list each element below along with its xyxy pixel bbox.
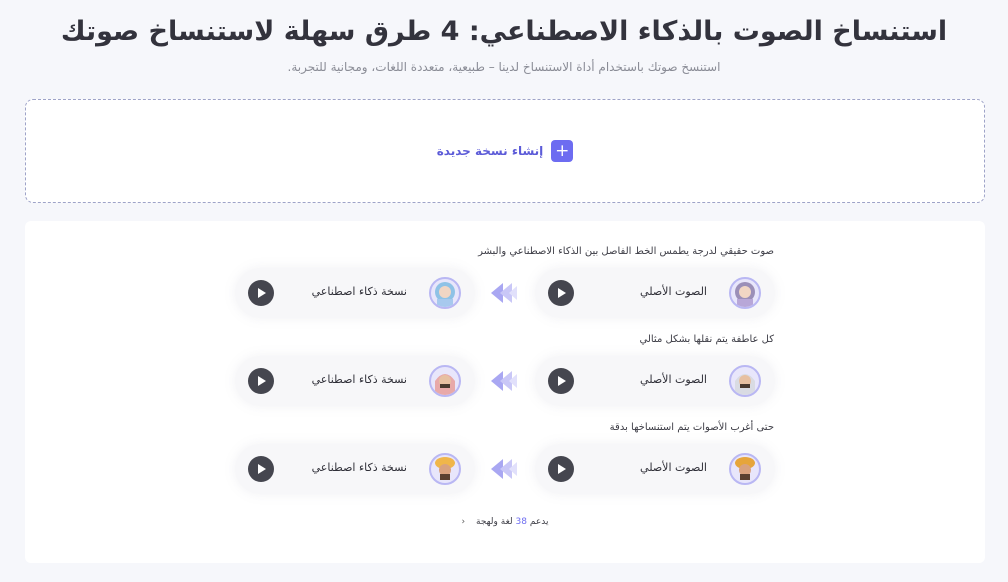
play-button-original-3[interactable] — [548, 456, 574, 482]
ai-clone-card-1: نسخة ذكاء اصطناعي — [235, 268, 475, 318]
avatar-original-3 — [729, 453, 761, 485]
page-title: استنساخ الصوت بالذكاء الاصطناعي: 4 طرق س… — [60, 16, 948, 47]
demo-caption-3: حتى أغرب الأصوات يتم استنساخها بدقة — [609, 422, 774, 433]
avatar-clone-3 — [429, 453, 461, 485]
languages-suffix: لغة ولهجة — [476, 517, 513, 527]
play-button-clone-1[interactable] — [248, 280, 274, 306]
avatar-clone-1 — [429, 277, 461, 309]
original-voice-card-3: الصوت الأصلي — [535, 444, 775, 494]
play-button-clone-2[interactable] — [248, 368, 274, 394]
avatar-original-2 — [729, 365, 761, 397]
original-voice-label-3: الصوت الأصلي — [640, 461, 707, 474]
create-new-clone-button[interactable]: + إنشاء نسخة جديدة — [25, 99, 985, 203]
create-new-clone-label: إنشاء نسخة جديدة — [436, 144, 544, 158]
languages-count: 38 — [515, 517, 527, 527]
avatar-clone-2 — [429, 365, 461, 397]
original-voice-label-2: الصوت الأصلي — [640, 373, 707, 386]
voice-demo-panel: صوت حقيقي لدرجة يطمس الخط الفاصل بين الذ… — [25, 221, 985, 563]
ai-clone-card-2: نسخة ذكاء اصطناعي — [235, 356, 475, 406]
play-button-original-1[interactable] — [548, 280, 574, 306]
chevron-left-icon[interactable]: ‹ — [462, 517, 466, 527]
supported-languages: يدعم 38 لغة ولهجة ‹ — [25, 517, 985, 527]
page-subtitle: استنسخ صوتك باستخدام أداة الاستنساخ لدين… — [287, 60, 721, 74]
demo-caption-2: كل عاطفة يتم نقلها بشكل مثالي — [639, 334, 775, 345]
ai-clone-card-3: نسخة ذكاء اصطناعي — [235, 444, 475, 494]
original-voice-card-2: الصوت الأصلي — [535, 356, 775, 406]
convert-arrow-icon-2 — [491, 371, 517, 391]
play-button-clone-3[interactable] — [248, 456, 274, 482]
original-voice-card-1: الصوت الأصلي — [535, 268, 775, 318]
play-button-original-2[interactable] — [548, 368, 574, 394]
convert-arrow-icon-1 — [491, 283, 517, 303]
original-voice-label-1: الصوت الأصلي — [640, 285, 707, 298]
convert-arrow-icon-3 — [491, 459, 517, 479]
demo-caption-1: صوت حقيقي لدرجة يطمس الخط الفاصل بين الذ… — [478, 246, 774, 257]
ai-clone-label-3: نسخة ذكاء اصطناعي — [311, 461, 407, 474]
ai-clone-label-1: نسخة ذكاء اصطناعي — [311, 285, 407, 298]
ai-clone-label-2: نسخة ذكاء اصطناعي — [311, 373, 407, 386]
create-new-clone-content: + إنشاء نسخة جديدة — [437, 140, 574, 162]
languages-prefix: يدعم — [529, 517, 549, 527]
plus-icon[interactable]: + — [551, 140, 574, 162]
avatar-original-1 — [729, 277, 761, 309]
